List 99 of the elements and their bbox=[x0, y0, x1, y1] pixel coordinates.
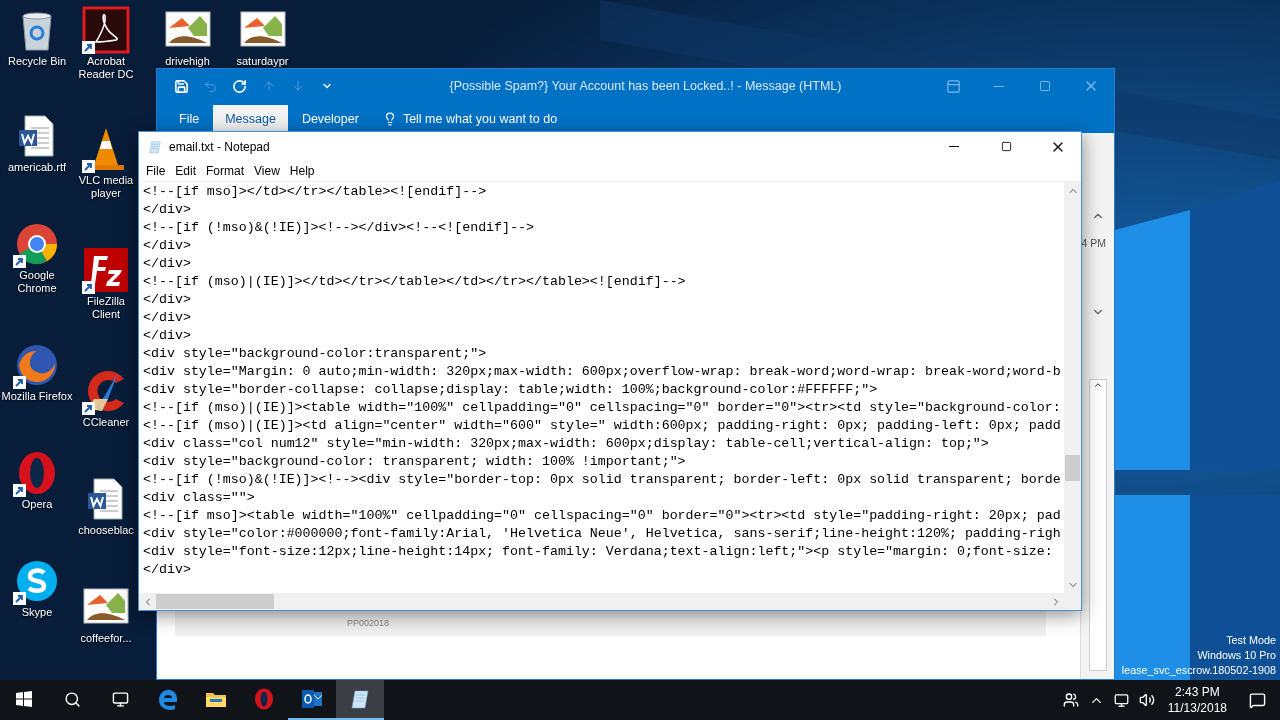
text-line: </div> bbox=[143, 309, 191, 327]
ribbon-tab[interactable]: File bbox=[167, 105, 212, 133]
desktop-shortcut[interactable]: Acrobat Reader DC bbox=[74, 4, 138, 81]
shortcut-arrow-icon bbox=[13, 255, 26, 268]
windows-start-icon bbox=[16, 691, 32, 707]
system-notice-text: lease_svc_escrow.180502-1908 bbox=[1121, 663, 1276, 678]
desktop-icon-label: Google Chrome bbox=[16, 269, 58, 295]
desktop-icon-label: Recycle Bin bbox=[6, 55, 68, 68]
taskbar-app-button[interactable] bbox=[336, 680, 384, 720]
menu-item[interactable]: Help bbox=[284, 161, 320, 181]
menu-item[interactable]: Edit bbox=[170, 161, 202, 181]
text-line: </div> bbox=[143, 291, 191, 309]
desktop-icon-label: Opera bbox=[20, 498, 54, 511]
people-icon bbox=[1062, 692, 1079, 708]
text-line: <!--[if (!mso)&(!IE)]><!--></div><!--<![endif]--> bbox=[143, 219, 534, 237]
network-icon bbox=[1113, 692, 1129, 708]
ribbon-options-icon bbox=[945, 78, 961, 94]
text-line: <div class=""> bbox=[143, 489, 255, 507]
text-line: <div style="border-collapse: collapse;display: table;width: 100%;background-color:#FFFFFF;"> bbox=[143, 381, 878, 399]
minimize-icon bbox=[949, 146, 959, 147]
text-line: </div> bbox=[143, 255, 191, 273]
window-title: email.txt - Notepad bbox=[169, 139, 271, 154]
text-line: <!--[if mso]><table width="100%" cellpadding="0" cellspacing="0" border="0"><tr><td style="padding-right: 20px; pad bbox=[143, 507, 1061, 525]
desktop-shortcut[interactable]: chooseblac bbox=[74, 473, 138, 537]
tell-me-search[interactable]: Tell me what you want to do bbox=[372, 105, 568, 133]
text-line: <div class="col num12" style="min-width: 320px;max-width: 600px;display: table-cell;vertical-align: top;"> bbox=[143, 435, 989, 453]
shortcut-arrow-icon bbox=[82, 402, 95, 415]
outlook-icon bbox=[300, 687, 324, 711]
desktop-icon-label: VLC media player bbox=[77, 174, 135, 200]
desktop-icon-label: chooseblac bbox=[77, 524, 135, 537]
text-line: </div> bbox=[143, 561, 191, 579]
desktop-icon-label: drivehigh bbox=[164, 55, 211, 68]
text-line: <!--[if (mso)|(IE)]><td align="center" width="600" style=" width:600px; padding-right: 0px; padding-left: 0px; padd bbox=[143, 417, 1061, 435]
scrollbar[interactable] bbox=[1088, 379, 1107, 671]
desktop-icon-label: Acrobat Reader DC bbox=[77, 55, 135, 81]
desktop-shortcut[interactable]: CCleaner bbox=[74, 365, 138, 429]
task-view-icon bbox=[111, 690, 129, 708]
text-line: </div> bbox=[143, 237, 191, 255]
filezilla-icon bbox=[82, 246, 130, 294]
desktop-icon-label: Skype bbox=[20, 606, 54, 619]
desktop-shortcut[interactable]: VLC media player bbox=[74, 123, 138, 200]
text-line: <div style="font-size:12px;line-height:14px; font-family: Verdana;text-align:left;"><p style="margin: 0;font-size: bbox=[143, 543, 1053, 561]
menu-item[interactable]: View bbox=[249, 161, 285, 181]
system-notice-text: Test Mode bbox=[1226, 633, 1276, 648]
minimize-icon bbox=[994, 85, 1004, 87]
system-notice-text: Windows 10 Pro bbox=[1197, 648, 1276, 663]
shortcut-arrow-icon bbox=[82, 281, 95, 294]
shortcut-arrow-icon bbox=[82, 160, 95, 173]
window-title: {Possible Spam?} Your Account has been Locked..! - Message (HTML) bbox=[448, 79, 843, 93]
desktop-shortcut[interactable]: Skype bbox=[0, 555, 74, 619]
desktop-shortcut[interactable]: coffeefor... bbox=[74, 581, 138, 645]
desktop-icon-label: americab.rtf bbox=[6, 161, 68, 174]
clock[interactable]: 2:43 PM 11/13/2018 bbox=[1159, 684, 1235, 716]
desktop-icon-label: saturdaypr bbox=[235, 55, 290, 68]
text-line: <!--[if (mso)|(IE)]></td></tr></table></td></tr></table><![endif]--> bbox=[143, 273, 686, 291]
volume-icon bbox=[1138, 692, 1155, 708]
shortcut-arrow-icon bbox=[13, 592, 26, 605]
scroll-thumb[interactable] bbox=[156, 594, 274, 609]
desktop-icon-label: coffeefor... bbox=[79, 632, 133, 645]
desktop-icon-label: CCleaner bbox=[81, 416, 131, 429]
desktop-shortcut[interactable]: drivehigh bbox=[150, 4, 225, 68]
notifications-icon bbox=[1249, 691, 1266, 709]
notepad-icon bbox=[147, 138, 163, 155]
text-line: </div> bbox=[143, 327, 191, 345]
desktop-shortcut[interactable]: Google Chrome bbox=[0, 218, 74, 295]
notepad-icon bbox=[348, 687, 372, 711]
desktop-shortcut[interactable]: FileZilla Client bbox=[74, 244, 138, 321]
menu-item[interactable]: File bbox=[141, 161, 171, 181]
text-line: </div> bbox=[143, 201, 191, 219]
footer-code: PP002018 bbox=[347, 617, 390, 628]
text-line: <!--[if mso]></td></tr></table><![endif]--> bbox=[143, 183, 487, 201]
text-line: <!--[if (!mso)&(!IE)]><!--><div style="border-top: 0px solid transparent; border-left: 0px solid transparent; borde bbox=[143, 471, 1061, 489]
message-time: 4 PM bbox=[1081, 237, 1107, 249]
text-line: <div style="background-color: transparent; width: 100% !important;"> bbox=[143, 453, 686, 471]
shortcut-arrow-icon bbox=[13, 484, 26, 497]
text-line: <!--[if (mso)|(IE)]><table width="100%" cellpadding="0" cellspacing="0" border="0"><tr><td style="background-color: bbox=[143, 399, 1061, 417]
vertical-scrollbar[interactable] bbox=[1064, 182, 1081, 593]
maximize-icon bbox=[1000, 141, 1012, 152]
text-line: <div style="Margin: 0 auto;min-width: 320px;max-width: 600px;overflow-wrap: break-word;word-wrap: break-word;word-b bbox=[143, 363, 1061, 381]
opera-icon bbox=[252, 687, 276, 711]
text-line: <div style="color:#000000;font-family:Arial, 'Helvetica Neue', Helvetica, sans-serif;line-height:120%; padding-righ bbox=[143, 525, 1061, 543]
shortcut-arrow-icon bbox=[13, 376, 26, 389]
desktop-shortcut[interactable]: Recycle Bin bbox=[0, 4, 74, 68]
desktop-icon-label: FileZilla Client bbox=[86, 295, 126, 321]
pdf-reader-icon bbox=[82, 6, 130, 54]
desktop-shortcut[interactable]: Mozilla Firefox bbox=[0, 339, 74, 403]
desktop-shortcut[interactable]: Opera bbox=[0, 447, 74, 511]
scroll-thumb[interactable] bbox=[1065, 455, 1080, 481]
text-line: <div style="background-color:transparent;"> bbox=[143, 345, 487, 363]
edge-browser-icon bbox=[156, 687, 180, 711]
menu-item[interactable]: Format bbox=[201, 161, 250, 181]
desktop-shortcut[interactable]: americab.rtf bbox=[0, 110, 74, 174]
desktop-shortcut[interactable]: saturdaypr bbox=[225, 4, 300, 68]
desktop-icon-label: Mozilla Firefox bbox=[0, 390, 74, 403]
ribbon-tab[interactable]: Developer bbox=[289, 105, 371, 133]
shortcut-arrow-icon bbox=[82, 41, 95, 54]
maximize-icon bbox=[1039, 80, 1051, 92]
ribbon-tab[interactable]: Message bbox=[213, 105, 288, 133]
search-icon bbox=[63, 690, 81, 708]
